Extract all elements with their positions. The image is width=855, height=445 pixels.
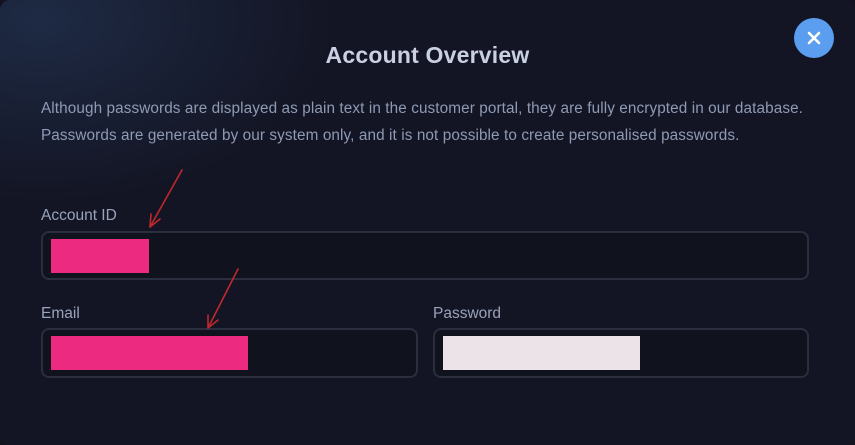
annotation-arrows xyxy=(149,169,239,329)
arrow-to-email xyxy=(207,268,239,329)
arrow-to-account-id xyxy=(149,169,183,228)
account-overview-modal: Account Overview Although passwords are … xyxy=(0,0,855,445)
